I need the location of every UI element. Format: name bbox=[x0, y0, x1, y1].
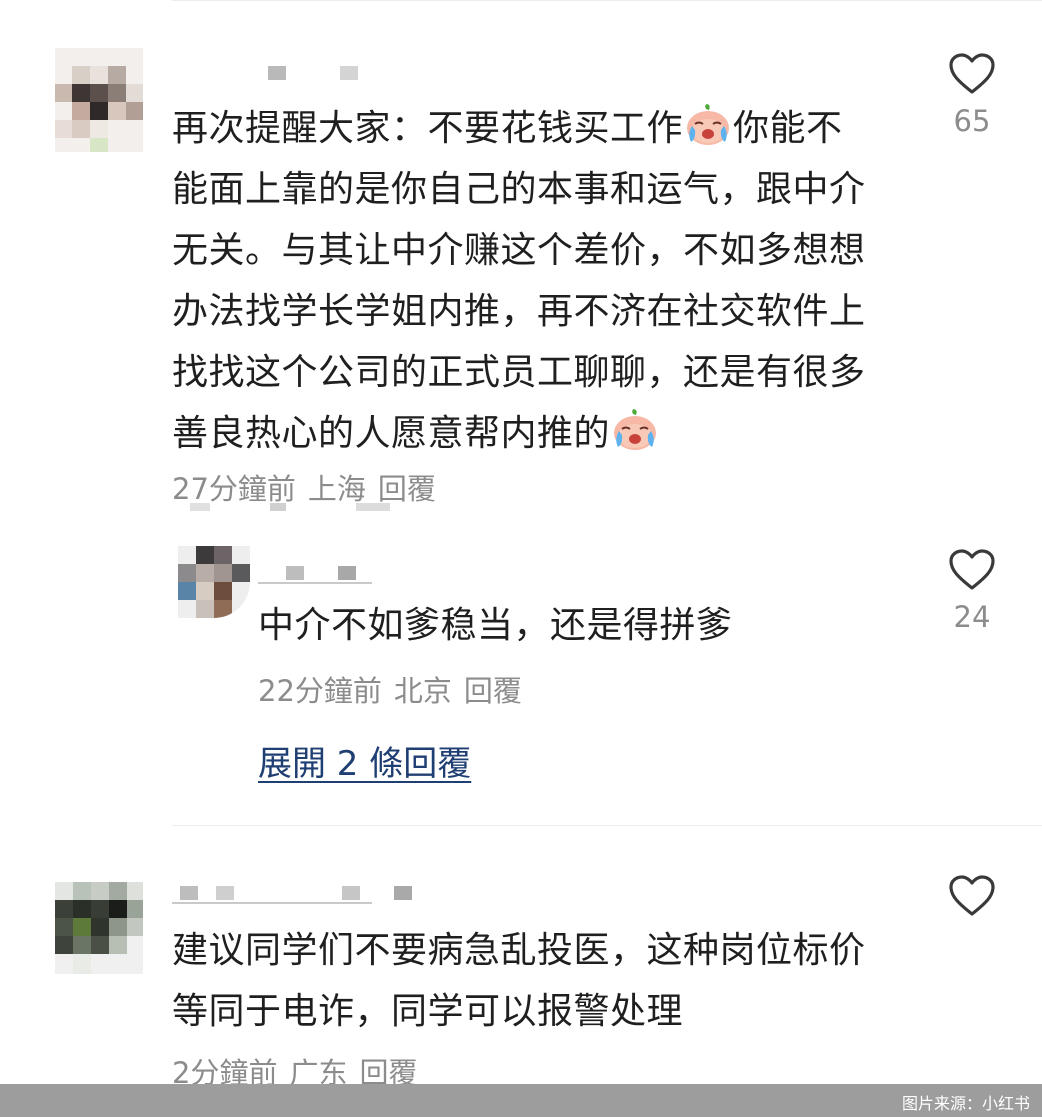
heart-icon bbox=[949, 53, 995, 94]
avatar[interactable] bbox=[178, 546, 250, 618]
redaction-mark bbox=[356, 503, 390, 511]
like-button[interactable] bbox=[937, 874, 1007, 918]
timestamp: 27分鐘前 bbox=[172, 472, 296, 506]
like-count: 65 bbox=[953, 104, 991, 138]
top-divider bbox=[172, 0, 1042, 1]
location: 上海 bbox=[307, 472, 366, 506]
avatar[interactable] bbox=[55, 882, 143, 974]
redaction-mark bbox=[270, 503, 286, 511]
comment-text: 建议同学们不要病急乱投医，这种岗位标价 等同于电诈，同学可以报警处理 bbox=[172, 930, 866, 1032]
image-source-label: 图片来源：小红书 bbox=[901, 1094, 1030, 1113]
comment-meta: 27分鐘前 上海 回覆 bbox=[172, 466, 448, 508]
crying-face-emoji bbox=[687, 104, 730, 145]
expand-replies-link[interactable]: 展開 2 條回覆 bbox=[258, 736, 471, 785]
reply-button[interactable]: 回覆 bbox=[378, 472, 436, 506]
comment-text: 再次提醒大家：不要花钱买工作 你能不 能面上靠的是你自己的本事和运气，跟中介 无关… bbox=[172, 98, 932, 464]
like-count: 24 bbox=[953, 600, 991, 634]
comment-meta: 22分鐘前 北京 回覆 bbox=[258, 668, 534, 710]
like-button[interactable]: 65 bbox=[937, 52, 1007, 138]
reply-button[interactable]: 回覆 bbox=[464, 674, 522, 708]
comment-text: 中介不如爹稳当，还是得拼爹 bbox=[258, 605, 733, 646]
timestamp: 22分鐘前 bbox=[258, 674, 382, 708]
image-source-bar: 图片来源：小红书 bbox=[0, 1084, 1042, 1117]
location: 北京 bbox=[393, 674, 452, 708]
avatar[interactable] bbox=[55, 48, 143, 152]
comment-divider bbox=[172, 825, 1042, 826]
redaction-mark bbox=[190, 503, 210, 511]
crying-face-emoji bbox=[614, 409, 657, 450]
username-redacted[interactable] bbox=[172, 882, 412, 904]
like-button[interactable]: 24 bbox=[937, 548, 1007, 634]
username-redacted[interactable] bbox=[258, 562, 372, 584]
heart-icon bbox=[949, 549, 995, 590]
username-redacted[interactable] bbox=[268, 62, 368, 84]
heart-icon bbox=[949, 875, 995, 916]
